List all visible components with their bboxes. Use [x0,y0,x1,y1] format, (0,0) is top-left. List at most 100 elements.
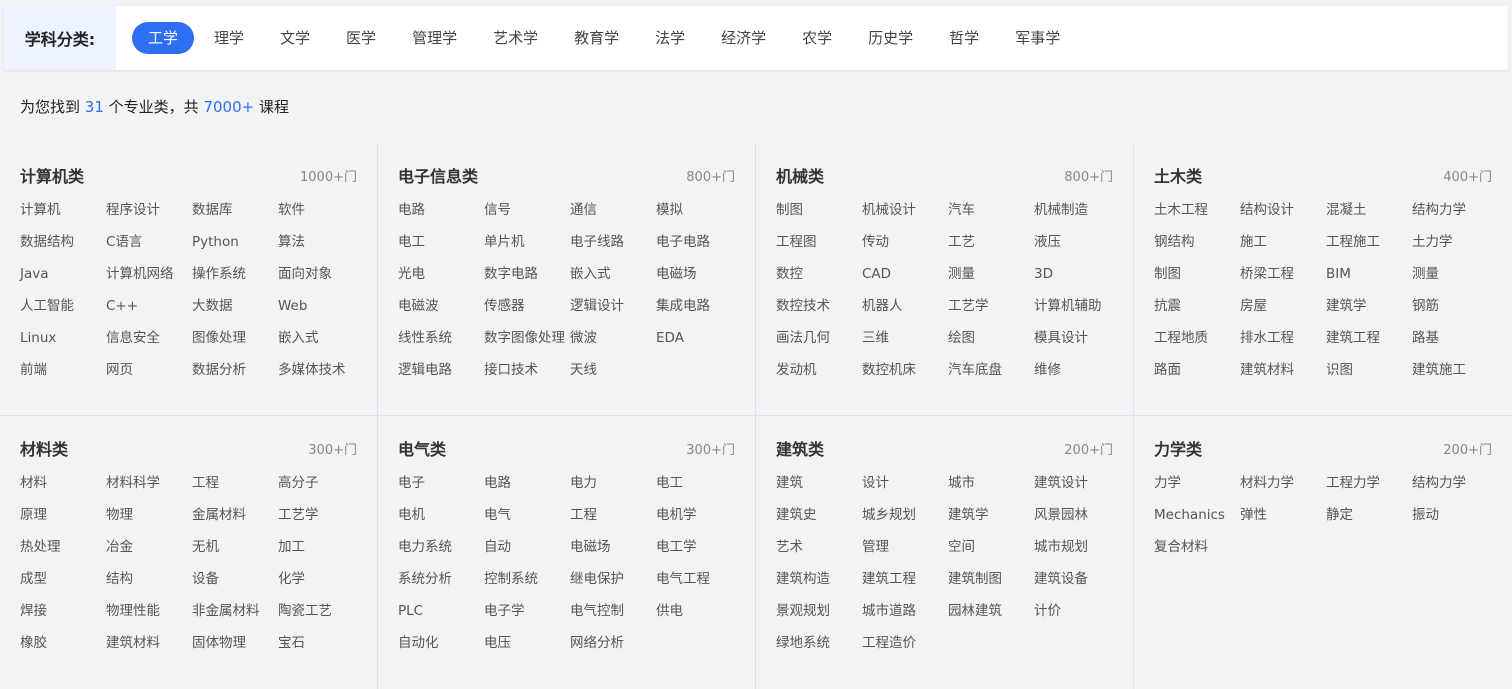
subject-link[interactable]: 数字图像处理 [484,329,570,347]
subject-link[interactable]: 逻辑设计 [570,297,656,315]
subject-link[interactable]: 土木工程 [1154,201,1240,219]
subject-link[interactable]: 风景园林 [1034,506,1120,524]
subject-link[interactable]: 设备 [192,570,278,588]
category-title[interactable]: 机械类 [776,163,824,187]
subject-link[interactable]: 电子学 [484,602,570,620]
subject-link[interactable]: 网页 [106,361,192,379]
subject-link[interactable]: 计算机辅助 [1034,297,1120,315]
tab-discipline[interactable]: 管理学 [396,22,473,54]
subject-link[interactable]: 电子线路 [570,233,656,251]
subject-link[interactable]: 结构力学 [1412,201,1498,219]
subject-link[interactable]: 发动机 [776,361,862,379]
subject-link[interactable]: 建筑工程 [862,570,948,588]
subject-link[interactable]: 橡胶 [20,634,106,652]
category-title[interactable]: 材料类 [20,436,68,460]
subject-link[interactable]: 物理 [106,506,192,524]
subject-link[interactable]: 焊接 [20,602,106,620]
subject-link[interactable]: 逻辑电路 [398,361,484,379]
tab-discipline[interactable]: 工学 [132,22,195,54]
subject-link[interactable]: 单片机 [484,233,570,251]
subject-link[interactable]: 力学 [1154,474,1240,492]
subject-link[interactable]: 线性系统 [398,329,484,347]
subject-link[interactable]: 自动化 [398,634,484,652]
subject-link[interactable]: 陶瓷工艺 [278,602,364,620]
subject-link[interactable]: 集成电路 [656,297,742,315]
subject-link[interactable]: 工程图 [776,233,862,251]
category-title[interactable]: 电子信息类 [398,163,478,187]
subject-link[interactable]: CAD [862,265,948,283]
subject-link[interactable]: 空间 [948,538,1034,556]
subject-link[interactable]: 工程力学 [1326,474,1412,492]
subject-link[interactable]: 天线 [570,361,656,379]
tab-discipline[interactable]: 哲学 [933,22,995,54]
subject-link[interactable]: 汽车 [948,201,1034,219]
subject-link[interactable]: 电磁场 [570,538,656,556]
subject-link[interactable]: 识图 [1326,361,1412,379]
category-title[interactable]: 建筑类 [776,436,824,460]
subject-link[interactable]: 建筑施工 [1412,361,1498,379]
subject-link[interactable]: 液压 [1034,233,1120,251]
subject-link[interactable]: 景观规划 [776,602,862,620]
subject-link[interactable]: 机器人 [862,297,948,315]
subject-link[interactable]: 建筑史 [776,506,862,524]
subject-link[interactable]: 电气工程 [656,570,742,588]
subject-link[interactable]: 前端 [20,361,106,379]
subject-link[interactable]: 电工学 [656,538,742,556]
subject-link[interactable]: 固体物理 [192,634,278,652]
subject-link[interactable]: 控制系统 [484,570,570,588]
tab-discipline[interactable]: 历史学 [852,22,929,54]
subject-link[interactable]: 材料科学 [106,474,192,492]
subject-link[interactable]: 工艺学 [948,297,1034,315]
tab-discipline[interactable]: 医学 [330,22,392,54]
tab-discipline[interactable]: 教育学 [558,22,635,54]
subject-link[interactable]: 数控技术 [776,297,862,315]
subject-link[interactable]: 测量 [948,265,1034,283]
subject-link[interactable]: 静定 [1326,506,1412,524]
subject-link[interactable]: 测量 [1412,265,1498,283]
subject-link[interactable]: 路面 [1154,361,1240,379]
subject-link[interactable]: 自动 [484,538,570,556]
subject-link[interactable]: PLC [398,602,484,620]
subject-link[interactable]: Python [192,233,278,251]
subject-link[interactable]: 电气控制 [570,602,656,620]
subject-link[interactable]: 电压 [484,634,570,652]
subject-link[interactable]: 电子电路 [656,233,742,251]
subject-link[interactable]: 建筑设备 [1034,570,1120,588]
subject-link[interactable]: 结构力学 [1412,474,1498,492]
subject-link[interactable]: 传动 [862,233,948,251]
subject-link[interactable]: 数据结构 [20,233,106,251]
subject-link[interactable]: Java [20,265,106,283]
subject-link[interactable]: 抗震 [1154,297,1240,315]
subject-link[interactable]: 材料 [20,474,106,492]
subject-link[interactable]: 建筑 [776,474,862,492]
subject-link[interactable]: 排水工程 [1240,329,1326,347]
subject-link[interactable]: 信号 [484,201,570,219]
subject-link[interactable]: 电磁场 [656,265,742,283]
subject-link[interactable]: 建筑构造 [776,570,862,588]
subject-link[interactable]: 电磁波 [398,297,484,315]
subject-link[interactable]: 计算机 [20,201,106,219]
subject-link[interactable]: 艺术 [776,538,862,556]
subject-link[interactable]: 电路 [484,474,570,492]
subject-link[interactable]: 数控机床 [862,361,948,379]
subject-link[interactable]: 结构设计 [1240,201,1326,219]
subject-link[interactable]: 维修 [1034,361,1120,379]
subject-link[interactable]: 房屋 [1240,297,1326,315]
subject-link[interactable]: 材料力学 [1240,474,1326,492]
subject-link[interactable]: 管理 [862,538,948,556]
subject-link[interactable]: 人工智能 [20,297,106,315]
subject-link[interactable]: 城市 [948,474,1034,492]
subject-link[interactable]: 建筑制图 [948,570,1034,588]
subject-link[interactable]: 桥梁工程 [1240,265,1326,283]
subject-link[interactable]: 模拟 [656,201,742,219]
subject-link[interactable]: 机械制造 [1034,201,1120,219]
subject-link[interactable]: 电工 [398,233,484,251]
subject-link[interactable]: 系统分析 [398,570,484,588]
subject-link[interactable]: 成型 [20,570,106,588]
tab-discipline[interactable]: 艺术学 [477,22,554,54]
subject-link[interactable]: 宝石 [278,634,364,652]
subject-link[interactable]: 制图 [776,201,862,219]
subject-link[interactable]: 微波 [570,329,656,347]
subject-link[interactable]: 嵌入式 [570,265,656,283]
subject-link[interactable]: BIM [1326,265,1412,283]
